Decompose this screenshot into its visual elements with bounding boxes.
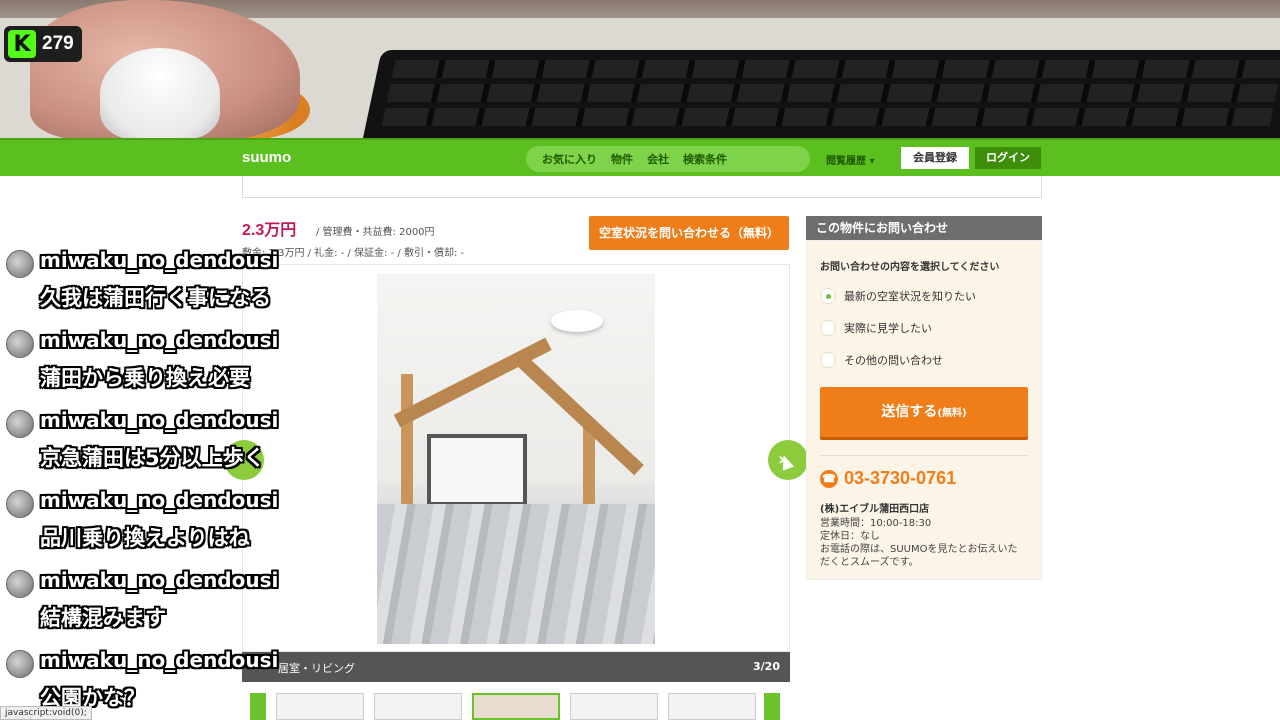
ceiling-light [551,310,603,332]
webcam-feed [0,0,1280,140]
avatar [6,570,34,598]
viewer-badge: K 279 [4,26,82,62]
chat-text: 品川乗り換えよりはね [40,526,250,550]
key-row [381,108,1274,126]
thumbnail[interactable] [668,693,756,720]
inquiry-panel-title: この物件にお問い合わせ [806,216,1042,240]
nav-pill: お気に入り 物件 会社 検索条件 [526,146,810,172]
send-label: 送信する [881,404,938,420]
key-row [386,84,1279,102]
keyboard [358,50,1280,140]
phone-note: お電話の際は、SUUMOを見たとお伝えいた [820,544,1018,555]
key-row [391,60,1280,78]
inquiry-question: お問い合わせの内容を選択してください [820,262,1000,273]
thumb-next-button[interactable] [764,693,780,720]
rent-price: 2.3万円 [242,222,297,239]
phone-icon: ☎ [820,469,838,488]
option-label: その他の問い合わせ [844,354,943,367]
chat-username: miwaku_no_dendousi [40,488,279,512]
avatar [6,650,34,678]
chat-text: 結構混みます [40,606,166,630]
chat-username: miwaku_no_dendousi [40,568,279,592]
chat-username: miwaku_no_dendousi [40,648,279,672]
option-label: 実際に見学したい [844,322,932,335]
business-hours: 営業時間：10:00-18:30 [820,518,932,529]
thumbnail[interactable] [570,693,658,720]
chat-username: miwaku_no_dendousi [40,328,279,352]
nav-favorites[interactable]: お気に入り [542,151,597,167]
kick-logo-icon: K [8,30,36,58]
nav-search-conditions[interactable]: 検索条件 [683,151,727,167]
content-frame-top [242,176,1042,198]
divider [820,455,1028,456]
wood-beam [393,337,552,428]
room-window [427,434,527,506]
thumbnail[interactable] [374,693,462,720]
nav-companies[interactable]: 会社 [647,151,669,167]
photo-counter: 3/20 [753,660,780,673]
wood-floor [377,504,655,644]
chat-text: 蒲田から乗り換え必要 [40,366,250,390]
avatar [6,250,34,278]
site-header: suumo お気に入り 物件 会社 検索条件 閲覧履歴 ▾ 会員登録 ログイン [0,138,1280,176]
phone-number[interactable]: ☎ 03-3730-0761 [820,468,956,489]
room-photo[interactable] [377,274,655,644]
send-button[interactable]: 送信する(無料) [820,387,1028,437]
avatar [6,490,34,518]
store-name: (株)エイブル蒲田西口店 [820,504,930,515]
radio[interactable] [820,320,836,336]
register-button[interactable]: 会員登録 [901,147,969,169]
option-vacancy[interactable]: 最新の空室状況を知りたい [820,288,976,304]
option-label: 最新の空室状況を知りたい [844,290,976,303]
avatar [6,330,34,358]
history-menu[interactable]: 閲覧履歴 ▾ [826,152,875,167]
phone-note-2: だくとスムーズです。 [820,557,919,568]
holiday: 定休日：なし [820,531,880,542]
radio[interactable] [820,352,836,368]
option-viewing[interactable]: 実際に見学したい [820,320,932,336]
phone-text: 03-3730-0761 [844,468,957,488]
nav-properties[interactable]: 物件 [611,151,633,167]
chat-text: 京急蒲田は5分以上歩く [40,446,265,470]
chat-text: 久我は蒲田行く事になる [40,286,271,310]
suumo-logo[interactable]: suumo [242,149,291,166]
option-other[interactable]: その他の問い合わせ [820,352,943,368]
thumbnail-strip [242,688,790,720]
computer-mouse [100,48,220,140]
wood-beam [517,355,644,476]
radio-selected[interactable] [820,288,836,304]
photo-caption-bar: 居室・リビング 3/20 [242,652,790,682]
chat-username: miwaku_no_dendousi [40,248,279,272]
management-fee: / 管理費・共益費: 2000円 [316,227,435,238]
thumbnail-selected[interactable] [472,693,560,720]
viewer-count: 279 [42,33,74,54]
send-note: (無料) [937,408,967,419]
chat-overlay: miwaku_no_dendousi 久我は蒲田行く事になる miwaku_no… [0,244,320,720]
chat-username: miwaku_no_dendousi [40,408,279,432]
avatar [6,410,34,438]
login-button[interactable]: ログイン [975,147,1041,169]
inquire-vacancy-button[interactable]: 空室状況を問い合わせる（無料） [589,216,789,250]
status-bar-url: javascript:void(0); [0,706,92,720]
